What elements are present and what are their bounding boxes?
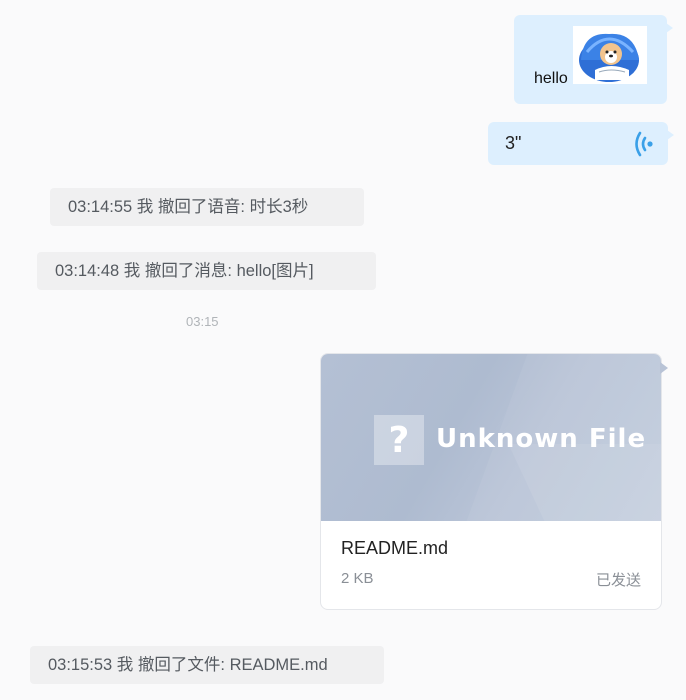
bubble-tail bbox=[666, 23, 673, 33]
file-size: 2 KB bbox=[341, 570, 374, 587]
file-type-label: Unknown File bbox=[436, 424, 647, 454]
sleeping-dog-sticker-icon[interactable] bbox=[573, 26, 647, 84]
image-message-bubble[interactable]: hello bbox=[514, 15, 673, 104]
voice-message-bubble[interactable]: 3" bbox=[488, 122, 674, 165]
voice-wave-icon bbox=[632, 129, 658, 159]
voice-duration: 3" bbox=[505, 133, 522, 153]
bubble-tail bbox=[660, 362, 668, 374]
bubble-tail bbox=[667, 130, 674, 140]
file-name: README.md bbox=[341, 538, 449, 558]
recall-notice: 03:14:55 我 撤回了语音: 时长3秒 bbox=[50, 188, 364, 226]
file-preview: ? Unknown File bbox=[321, 354, 661, 521]
recall-notice: 03:15:53 我 撤回了文件: README.md bbox=[30, 646, 384, 684]
unknown-file-icon: ? bbox=[374, 415, 424, 465]
send-status: 已发送 bbox=[595, 571, 641, 589]
file-message-card[interactable]: ? Unknown File README.md 2 KB 已发送 bbox=[320, 353, 662, 610]
time-divider: 03:15 bbox=[186, 314, 219, 329]
recall-notice: 03:14:48 我 撤回了消息: hello[图片] bbox=[37, 252, 376, 290]
message-text: hello bbox=[534, 70, 568, 87]
